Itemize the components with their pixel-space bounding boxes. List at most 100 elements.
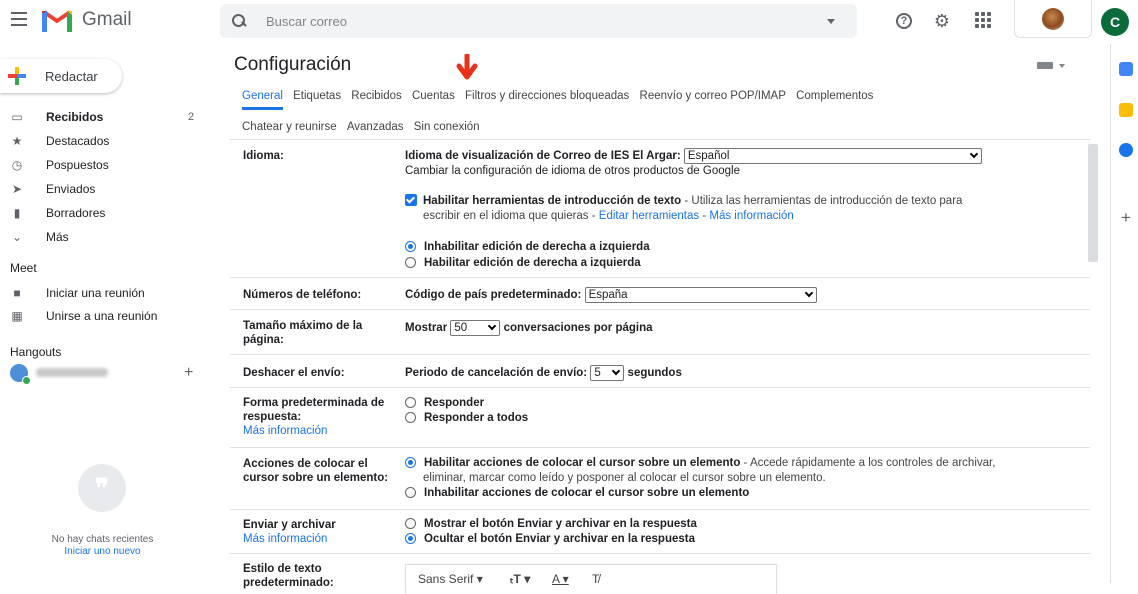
tab-advanced[interactable]: Avanzadas: [347, 121, 404, 133]
setting-label-line-1: Tamaño máximo de la: [243, 320, 363, 332]
organization-logo[interactable]: [1014, 0, 1092, 38]
hover-disable-option[interactable]: Inhabilitar acciones de colocar el curso…: [405, 486, 749, 501]
keyboard-input-dropdown-icon[interactable]: [1059, 64, 1065, 68]
reply-all-radio[interactable]: [405, 412, 416, 423]
reply-radio[interactable]: [405, 397, 416, 408]
language-select-value: Español: [687, 150, 730, 162]
gear-icon[interactable]: ⚙: [933, 11, 951, 31]
more-info-link[interactable]: Más información: [709, 210, 793, 222]
rtl-enable-radio[interactable]: [405, 257, 416, 268]
hangouts-user-row[interactable]: +: [10, 362, 200, 385]
page-size-row: Mostrar 50 conversaciones por página: [405, 320, 653, 336]
page-size-value: 50: [454, 322, 468, 334]
undo-period-label: Periodo de cancelación de envío:: [405, 367, 588, 380]
sidebar-item-label: Pospuestos: [46, 158, 109, 172]
setting-label-line-1: Enviar y archivar: [243, 519, 336, 531]
send-archive-hide-radio[interactable]: [405, 533, 416, 544]
compose-plus-icon: [8, 67, 26, 85]
star-icon: ★: [11, 134, 23, 148]
rtl-enable-option[interactable]: Habilitar edición de derecha a izquierda: [405, 256, 641, 271]
page-size-select[interactable]: 50: [450, 320, 501, 336]
setting-hover-actions: Acciones de colocar el cursor sobre un el…: [230, 448, 1090, 510]
setting-label: Idioma:: [243, 150, 284, 162]
draft-icon: ▮: [13, 206, 21, 220]
font-family-select[interactable]: Sans Serif ▾: [418, 572, 483, 586]
send-archive-show-option[interactable]: Mostrar el botón Enviar y archivar en la…: [405, 517, 697, 532]
more-info-link[interactable]: Más información: [243, 533, 327, 545]
sidebar-item-more[interactable]: ⌄ Más: [0, 226, 205, 248]
hover-enable-radio[interactable]: [405, 457, 416, 468]
setting-label-line-2: respuesta:: [243, 411, 302, 423]
rtl-disable-option[interactable]: Inhabilitar edición de derecha a izquier…: [405, 240, 650, 255]
hover-enable-option[interactable]: Habilitar acciones de colocar el cursor …: [405, 456, 995, 471]
input-tools-checkbox[interactable]: [405, 194, 417, 206]
sidebar-item-sent[interactable]: ➤ Enviados: [0, 178, 205, 200]
keep-icon[interactable]: [1119, 103, 1133, 117]
setting-label: Deshacer el envío:: [243, 367, 345, 379]
tab-filters[interactable]: Filtros y direcciones bloqueadas: [465, 90, 629, 102]
clear-formatting-icon[interactable]: T̸: [592, 572, 599, 586]
sidebar-item-snoozed[interactable]: ◷ Pospuestos: [0, 154, 205, 176]
compose-button[interactable]: Redactar: [0, 59, 122, 93]
gmail-m-icon: [42, 8, 72, 32]
meet-item-label: Iniciar una reunión: [46, 286, 145, 300]
tab-chat-meet[interactable]: Chatear y reunirse: [242, 121, 337, 133]
meet-join-meeting[interactable]: ▦ Unirse a una reunión: [0, 305, 205, 327]
keyboard-input-icon[interactable]: [1037, 62, 1053, 69]
reply-option[interactable]: Responder: [405, 396, 484, 411]
meet-section-title: Meet: [10, 261, 37, 275]
sidebar-item-label: Destacados: [46, 134, 110, 148]
hover-disable-radio[interactable]: [405, 487, 416, 498]
new-conversation-icon[interactable]: +: [184, 364, 193, 382]
tab-forwarding[interactable]: Reenvío y correo POP/IMAP: [640, 90, 786, 102]
get-addons-icon[interactable]: +: [1121, 208, 1131, 228]
tasks-icon[interactable]: [1119, 143, 1133, 157]
tab-labels[interactable]: Etiquetas: [293, 90, 341, 102]
sidebar-item-starred[interactable]: ★ Destacados: [0, 130, 205, 152]
change-language-link[interactable]: Cambiar la configuración de idioma de ot…: [405, 164, 740, 179]
meet-start-meeting[interactable]: ■ Iniciar una reunión: [0, 282, 205, 304]
tab-inbox[interactable]: Recibidos: [351, 90, 402, 102]
tab-offline[interactable]: Sin conexión: [414, 121, 480, 133]
tab-addons[interactable]: Complementos: [796, 90, 873, 102]
unread-count: 2: [188, 111, 195, 123]
chat-bubble-icon: ❞: [78, 464, 126, 512]
account-avatar[interactable]: C: [1101, 8, 1129, 36]
more-info-link[interactable]: Más información: [243, 425, 327, 437]
search-bar[interactable]: Buscar correo: [220, 4, 857, 38]
calendar-icon[interactable]: [1119, 62, 1133, 76]
sidebar-item-drafts[interactable]: ▮ Borradores: [0, 202, 205, 224]
apps-grid-icon[interactable]: [975, 12, 991, 28]
text-color-icon[interactable]: A ▾: [552, 572, 569, 586]
setting-label: Tamaño máximo de la página:: [243, 319, 362, 347]
side-panel: +: [1110, 44, 1138, 583]
tab-accounts[interactable]: Cuentas: [412, 90, 455, 102]
chevron-down-icon: [969, 149, 979, 159]
rtl-disable-radio[interactable]: [405, 241, 416, 252]
undo-period-select[interactable]: 5: [590, 365, 625, 381]
input-tools-label: Habilitar herramientas de introducción d…: [423, 195, 682, 207]
country-select[interactable]: España: [584, 287, 817, 303]
tab-general[interactable]: General: [242, 90, 283, 110]
help-icon[interactable]: ?: [896, 13, 912, 29]
undo-period-value: 5: [594, 367, 601, 379]
reply-label: Responder: [424, 397, 485, 409]
main-menu-icon[interactable]: [11, 12, 27, 26]
send-archive-show-radio[interactable]: [405, 518, 416, 529]
search-input[interactable]: Buscar correo: [266, 14, 347, 29]
undo-period-suffix: segundos: [627, 367, 682, 380]
reply-all-option[interactable]: Responder a todos: [405, 411, 528, 426]
sidebar-item-inbox[interactable]: ▭ Recibidos 2: [0, 106, 205, 128]
language-select[interactable]: Español: [683, 148, 982, 164]
font-size-icon[interactable]: ₜT ▾: [510, 572, 530, 586]
hover-disable-label: Inhabilitar acciones de colocar el curso…: [424, 487, 750, 499]
edit-tools-link[interactable]: Editar herramientas: [599, 210, 699, 222]
search-icon[interactable]: [232, 14, 246, 28]
send-archive-hide-option[interactable]: Ocultar el botón Enviar y archivar en la…: [405, 532, 695, 547]
settings-scrollbar[interactable]: [1088, 144, 1098, 262]
search-options-icon[interactable]: [827, 19, 835, 24]
hover-enable-label: Habilitar acciones de colocar el cursor …: [424, 457, 741, 469]
no-chats-text: No hay chats recientes: [51, 534, 154, 545]
gmail-logo[interactable]: Gmail: [42, 8, 132, 32]
start-new-chat-link[interactable]: Iniciar uno nuevo: [0, 546, 205, 557]
